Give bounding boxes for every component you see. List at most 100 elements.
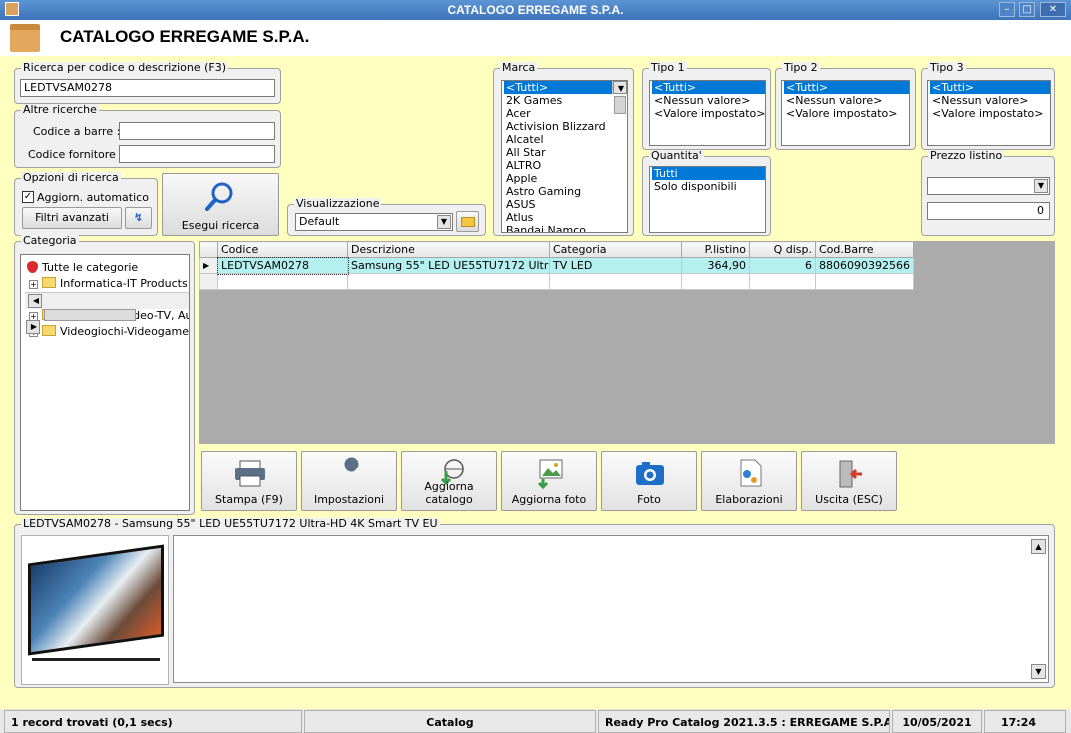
- execute-search-button[interactable]: Esegui ricerca: [162, 173, 279, 236]
- scroll-right-icon[interactable]: ▶: [26, 320, 40, 334]
- type1-items: <Tutti> <Nessun valore> <Valore impostato>: [650, 81, 765, 120]
- column-header[interactable]: Descrizione: [347, 241, 550, 258]
- quantity-group: Quantita' Tutti Solo disponibili: [642, 150, 771, 236]
- list-item[interactable]: <Nessun valore>: [652, 94, 765, 107]
- type1-list[interactable]: <Tutti> <Nessun valore> <Valore impostato>: [649, 80, 766, 146]
- folder-button[interactable]: [456, 211, 479, 232]
- update-catalog-button[interactable]: Aggiorna catalogo: [401, 451, 497, 511]
- table-cell[interactable]: [347, 273, 550, 290]
- toolbar-button-label: Uscita (ESC): [815, 493, 883, 506]
- supplier-code-field[interactable]: [119, 145, 275, 163]
- list-item[interactable]: <Valore impostato>: [652, 107, 765, 120]
- list-item[interactable]: Activision Blizzard: [504, 120, 627, 133]
- settings-button[interactable]: Impostazioni: [301, 451, 397, 511]
- list-item[interactable]: 2K Games: [504, 94, 627, 107]
- table-cell[interactable]: TV LED: [549, 257, 682, 274]
- tree-item-label: Informatica-IT Products (1: [60, 277, 190, 290]
- table-row[interactable]: ▶ LEDTVSAM0278 Samsung 55" LED UE55TU7172 …: [199, 256, 914, 275]
- scroll-down-icon[interactable]: ▼: [1031, 664, 1046, 679]
- barcode-field[interactable]: [119, 122, 275, 140]
- exit-button[interactable]: Uscita (ESC): [801, 451, 897, 511]
- tree-root[interactable]: Tutte le categorie: [25, 260, 189, 276]
- table-cell[interactable]: [217, 273, 348, 290]
- list-item[interactable]: <Nessun valore>: [784, 94, 909, 107]
- empty-row[interactable]: [199, 273, 914, 290]
- list-item[interactable]: Astro Gaming: [504, 185, 627, 198]
- price-value-field[interactable]: 0: [927, 202, 1050, 220]
- table-cell[interactable]: 8806090392566: [815, 257, 914, 274]
- column-header[interactable]: Categoria: [549, 241, 682, 258]
- scroll-left-icon[interactable]: ◀: [28, 294, 42, 308]
- list-item[interactable]: <Valore impostato>: [784, 107, 909, 120]
- category-items: +Informatica-IT Products (1+Telefonia-Ph…: [25, 276, 189, 338]
- list-item[interactable]: Apple: [504, 172, 627, 185]
- table-cell[interactable]: [815, 273, 914, 290]
- scroll-thumb[interactable]: [44, 309, 136, 321]
- list-item[interactable]: ALTRO: [504, 159, 627, 172]
- advanced-filters-button[interactable]: Filtri avanzati: [22, 207, 122, 229]
- list-item[interactable]: <Tutti>: [652, 81, 765, 94]
- list-item[interactable]: Atlus: [504, 211, 627, 224]
- column-header[interactable]: Cod.Barre: [815, 241, 914, 258]
- maximize-button[interactable]: □: [1019, 2, 1035, 17]
- description-textarea[interactable]: ▲ ▼: [173, 535, 1049, 683]
- lightning-button[interactable]: ↯: [125, 207, 152, 229]
- list-item[interactable]: Alcatel: [504, 133, 627, 146]
- table-cell[interactable]: 6: [749, 257, 816, 274]
- list-item[interactable]: <Tutti>: [930, 81, 1050, 94]
- update-photos-button[interactable]: Aggiorna foto: [501, 451, 597, 511]
- list-item[interactable]: <Tutti>: [784, 81, 909, 94]
- tree-item[interactable]: + Informatica-IT Products (1: [27, 276, 189, 292]
- brand-list[interactable]: <Tutti> 2K Games Acer Activision Blizzard Al…: [501, 80, 628, 233]
- search-input[interactable]: LEDTVSAM0278: [20, 79, 275, 97]
- results-grid[interactable]: Codice Descrizione Categoria P.listino Q dis…: [199, 241, 914, 290]
- auto-update-checkbox[interactable]: ✓: [22, 191, 34, 203]
- list-item[interactable]: <Tutti>: [504, 81, 627, 94]
- type3-list[interactable]: <Tutti> <Nessun valore> <Valore impostato>: [927, 80, 1051, 146]
- expand-icon[interactable]: +: [29, 280, 38, 289]
- category-tree[interactable]: Tutte le categorie + Informatica-IT Produ…: [20, 254, 190, 511]
- horizontal-scrollbar[interactable]: ◀ ▶: [25, 292, 189, 334]
- price-group: Prezzo listino ▼ 0: [921, 150, 1055, 236]
- table-cell[interactable]: [681, 273, 750, 290]
- type2-items: <Tutti> <Nessun valore> <Valore impostato>: [782, 81, 909, 120]
- table-cell[interactable]: LEDTVSAM0278: [216, 256, 349, 275]
- tv-stand: [32, 658, 160, 661]
- list-item[interactable]: ASUS: [504, 198, 627, 211]
- close-button[interactable]: ✕: [1040, 2, 1066, 17]
- list-item[interactable]: Acer: [504, 107, 627, 120]
- view-dropdown[interactable]: Default ▼: [295, 213, 453, 231]
- print-button[interactable]: Stampa (F9): [201, 451, 297, 511]
- list-item[interactable]: <Valore impostato>: [930, 107, 1050, 120]
- list-item[interactable]: All Star: [504, 146, 627, 159]
- scroll-up-icon[interactable]: ▲: [1031, 539, 1046, 554]
- tree-item[interactable]: +Videogiochi-Videogames (4: [27, 324, 189, 340]
- list-item[interactable]: Solo disponibili: [652, 180, 765, 193]
- quantity-list[interactable]: Tutti Solo disponibili: [649, 166, 766, 233]
- table-cell[interactable]: [549, 273, 682, 290]
- results-grid-panel: Codice Descrizione Categoria P.listino Q dis…: [199, 241, 1055, 444]
- table-cell[interactable]: 364,90: [681, 257, 750, 274]
- table-cell[interactable]: [199, 273, 218, 290]
- scroll-down-icon[interactable]: ▼: [613, 81, 627, 94]
- list-item[interactable]: Tutti: [652, 167, 765, 180]
- column-header[interactable]: Q disp.: [749, 241, 816, 258]
- table-cell[interactable]: [749, 273, 816, 290]
- table-cell[interactable]: Samsung 55" LED UE55TU7172 Ultra-...: [347, 257, 550, 274]
- list-item[interactable]: Bandai Namco: [504, 224, 627, 232]
- column-header[interactable]: Codice: [217, 241, 348, 258]
- minimize-button[interactable]: –: [999, 2, 1015, 17]
- list-item[interactable]: <Nessun valore>: [930, 94, 1050, 107]
- column-header[interactable]: P.listino: [681, 241, 750, 258]
- printer-icon: [235, 460, 265, 487]
- scroll-thumb[interactable]: [614, 96, 626, 114]
- grid-header-row: Codice Descrizione Categoria P.listino Q dis…: [199, 241, 914, 258]
- detail-legend: LEDTVSAM0278 - Samsung 55" LED UE55TU717…: [21, 517, 440, 530]
- photo-button[interactable]: Foto: [601, 451, 697, 511]
- wrench-icon: [340, 457, 359, 485]
- processing-button[interactable]: Elaborazioni: [701, 451, 797, 511]
- price-operator-dropdown[interactable]: ▼: [927, 177, 1050, 195]
- type2-list[interactable]: <Tutti> <Nessun valore> <Valore impostato>: [781, 80, 910, 146]
- brand-scrollbar[interactable]: ▲ ▼: [612, 81, 627, 114]
- price-legend: Prezzo listino: [928, 149, 1005, 162]
